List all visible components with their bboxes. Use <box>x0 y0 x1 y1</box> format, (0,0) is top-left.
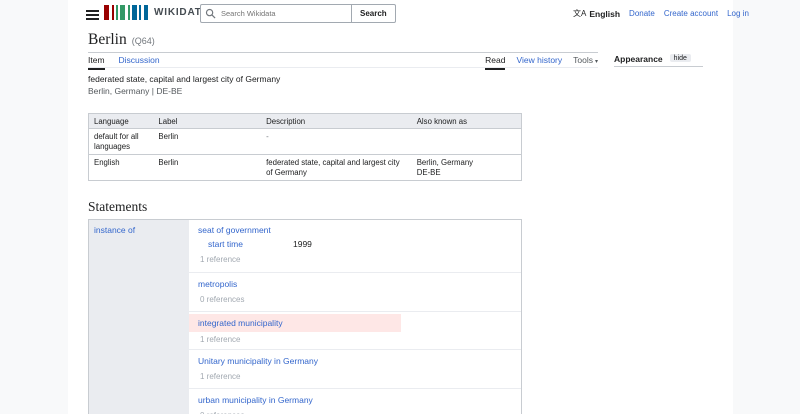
references-toggle[interactable]: 1 reference <box>200 371 521 382</box>
statement-values-column: seat of government start time 1999 1 refe… <box>189 220 521 414</box>
column-header-also-known-as: Also known as <box>411 113 522 129</box>
claim-value-link[interactable]: integrated municipality <box>198 318 283 329</box>
wikidata-page: WIKIDATA Search 文A English Donate Create… <box>0 0 800 414</box>
tab-view-history[interactable]: View history <box>516 55 562 70</box>
statements-heading: Statements <box>88 199 148 214</box>
claim-value-link[interactable]: urban municipality in Germany <box>198 395 521 406</box>
cell-also-known-as <box>411 128 522 155</box>
cell-also-known-as: Berlin, Germany DE-BE <box>411 154 522 181</box>
entity-id: (Q64) <box>131 36 155 46</box>
cell-description: - <box>261 128 412 155</box>
left-margin <box>0 0 68 414</box>
tab-read[interactable]: Read <box>485 55 506 70</box>
search-icon <box>205 8 216 21</box>
right-margin <box>733 0 800 414</box>
references-toggle[interactable]: 1 reference <box>200 334 521 345</box>
appearance-panel-header: Appearance hide <box>614 54 703 67</box>
references-toggle[interactable]: 1 reference <box>200 254 521 265</box>
tab-tools[interactable]: Tools ▾ <box>573 55 598 70</box>
qualifier-value: 1999 <box>293 239 312 249</box>
wikidata-logo[interactable]: WIKIDATA <box>104 5 209 20</box>
hamburger-menu-button[interactable] <box>84 6 102 20</box>
property-link-instance-of[interactable]: instance of <box>94 225 135 235</box>
statement-claim: Unitary municipality in Germany 1 refere… <box>189 349 521 388</box>
cell-description: federated state, capital and largest cit… <box>261 154 412 181</box>
wikidata-logo-bars-icon <box>104 5 148 20</box>
language-label: English <box>589 8 621 19</box>
cell-label: Berlin <box>153 154 262 181</box>
user-menu: 文A English Donate Create account Log in <box>573 8 749 19</box>
login-link[interactable]: Log in <box>727 9 749 18</box>
language-icon: 文A <box>573 9 587 18</box>
tab-item[interactable]: Item <box>88 55 105 70</box>
entity-aliases: Berlin, Germany | DE-BE <box>88 86 183 96</box>
statement-property-column: instance of <box>89 220 189 414</box>
cell-language: English <box>88 154 154 181</box>
column-header-label: Label <box>153 113 262 129</box>
claim-value-link[interactable]: metropolis <box>198 279 521 290</box>
appearance-heading: Appearance <box>614 54 663 64</box>
entity-description: federated state, capital and largest cit… <box>88 74 281 84</box>
statement-claim: urban municipality in Germany 0 referenc… <box>189 388 521 414</box>
qualifier: start time 1999 <box>208 239 521 250</box>
cell-language: default for all languages <box>88 128 154 155</box>
column-header-description: Description <box>261 113 412 129</box>
cell-label: Berlin <box>153 128 262 155</box>
tab-discussion[interactable]: Discussion <box>119 55 160 70</box>
statement-claim: seat of government start time 1999 1 refe… <box>189 220 521 272</box>
search-bar: Search <box>200 4 396 23</box>
statement-claim-highlighted: integrated municipality 1 reference <box>189 311 521 349</box>
statement-claim: metropolis 0 references <box>189 272 521 311</box>
claim-value-link[interactable]: Unitary municipality in Germany <box>198 356 521 367</box>
create-account-link[interactable]: Create account <box>664 9 718 18</box>
qualifier-property-link[interactable]: start time <box>208 239 293 250</box>
references-toggle[interactable]: 0 references <box>200 294 521 305</box>
donate-link[interactable]: Donate <box>629 9 655 18</box>
terms-table-header-row: Language Label Description Also known as <box>88 113 522 129</box>
column-header-language: Language <box>88 113 154 129</box>
claim-value-link[interactable]: seat of government <box>198 225 521 236</box>
statements-group: instance of seat of government start tim… <box>88 219 522 414</box>
language-selector[interactable]: 文A English <box>573 8 620 19</box>
search-input[interactable] <box>200 4 352 23</box>
page-title: Berlin <box>88 31 127 48</box>
table-row: default for all languages Berlin - <box>88 128 522 155</box>
appearance-hide-button[interactable]: hide <box>669 54 691 62</box>
article-toolbar: Item Discussion Read View history Tools ▾ <box>88 55 598 70</box>
table-row: English Berlin federated state, capital … <box>88 154 522 181</box>
highlight-band: integrated municipality <box>189 314 401 332</box>
search-button[interactable]: Search <box>352 4 396 23</box>
terms-table: Language Label Description Also known as… <box>88 113 522 181</box>
references-toggle[interactable]: 0 references <box>200 410 521 414</box>
chevron-down-icon: ▾ <box>594 59 598 65</box>
title-block: Berlin (Q64) <box>88 31 598 53</box>
